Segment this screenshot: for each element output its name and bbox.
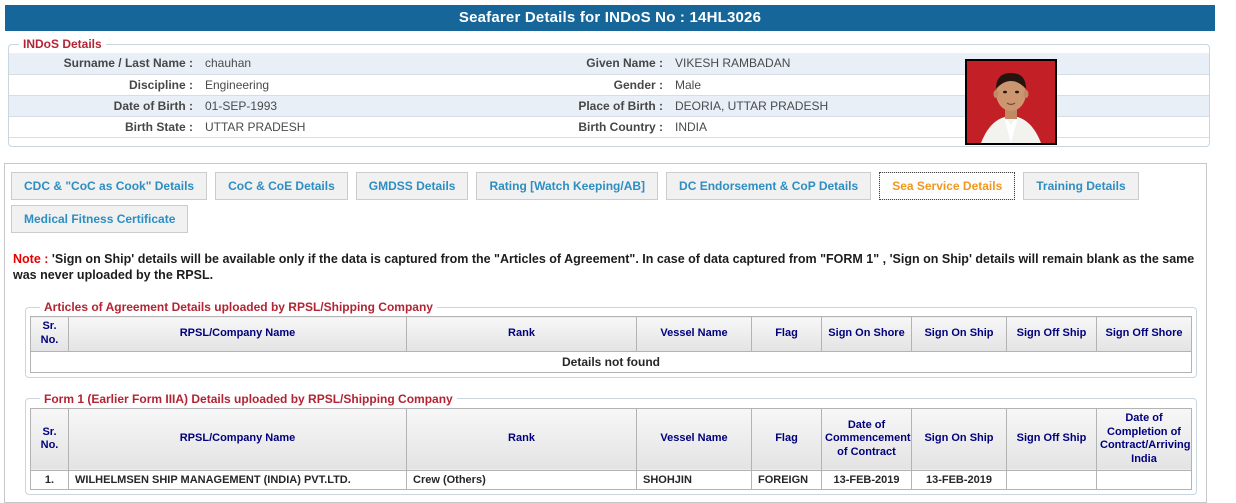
column-header: RPSL/Company Name: [69, 408, 407, 470]
sign-on-ship-note: Note : 'Sign on Ship' details will be av…: [13, 251, 1198, 285]
field-value: chauhan: [199, 53, 489, 74]
column-header: Rank: [407, 408, 637, 470]
column-header: Sign On Ship: [912, 408, 1007, 470]
column-header: Flag: [752, 408, 822, 470]
tab-rating-watch-keeping-ab[interactable]: Rating [Watch Keeping/AB]: [476, 172, 658, 200]
note-prefix: Note :: [13, 252, 48, 266]
tab-coc-coe-details[interactable]: CoC & CoE Details: [215, 172, 348, 200]
seafarer-details-page: Seafarer Details for INDoS No : 14HL3026…: [0, 5, 1236, 503]
note-text: 'Sign on Ship' details will be available…: [13, 252, 1194, 283]
articles-of-agreement-section: Articles of Agreement Details uploaded b…: [25, 300, 1197, 378]
seafarer-photo: [965, 59, 1057, 145]
tab-sea-service-details[interactable]: Sea Service Details: [879, 172, 1015, 200]
field-value: UTTAR PRADESH: [199, 116, 489, 137]
column-header: Sign On Shore: [822, 317, 912, 352]
field-value: INDIA: [669, 116, 1209, 137]
column-header: Sign Off Ship: [1007, 408, 1097, 470]
column-header: Sr. No.: [31, 408, 69, 470]
column-header: Sign Off Shore: [1097, 317, 1192, 352]
indos-details-legend: INDoS Details: [19, 37, 106, 51]
tab-strip-row-2: Medical Fitness Certificate: [11, 205, 1206, 233]
field-label: Birth Country :: [489, 116, 669, 137]
cell-vessel: SHOHJIN: [637, 470, 752, 489]
tab-strip-row-1: CDC & "CoC as Cook" Details CoC & CoE De…: [11, 172, 1206, 200]
column-header: Rank: [407, 317, 637, 352]
field-label: Given Name :: [489, 53, 669, 74]
empty-message-row: Details not found: [31, 351, 1192, 372]
form1-table: Sr. No. RPSL/Company Name Rank Vessel Na…: [30, 408, 1192, 490]
field-label: Surname / Last Name :: [9, 53, 199, 74]
column-header: Sign Off Ship: [1007, 317, 1097, 352]
field-label: Discipline :: [9, 74, 199, 95]
field-value: 01-SEP-1993: [199, 95, 489, 116]
column-header: Vessel Name: [637, 317, 752, 352]
column-header: Flag: [752, 317, 822, 352]
table-row: 1. WILHELMSEN SHIP MANAGEMENT (INDIA) PV…: [31, 470, 1192, 489]
cell-commencement: 13-FEB-2019: [822, 470, 912, 489]
details-not-found-message: Details not found: [31, 351, 1192, 372]
column-header: Vessel Name: [637, 408, 752, 470]
column-header: Date of Commencement of Contract: [822, 408, 912, 470]
table-header-row: Sr. No. RPSL/Company Name Rank Vessel Na…: [31, 317, 1192, 352]
field-label: Place of Birth :: [489, 95, 669, 116]
form1-legend: Form 1 (Earlier Form IIIA) Details uploa…: [40, 392, 457, 406]
field-value: DEORIA, UTTAR PRADESH: [669, 95, 1209, 116]
column-header: Sr. No.: [31, 317, 69, 352]
articles-of-agreement-legend: Articles of Agreement Details uploaded b…: [40, 300, 437, 314]
field-value: Male: [669, 74, 1209, 95]
cell-company: WILHELMSEN SHIP MANAGEMENT (INDIA) PVT.L…: [69, 470, 407, 489]
table-header-row: Sr. No. RPSL/Company Name Rank Vessel Na…: [31, 408, 1192, 470]
form1-section: Form 1 (Earlier Form IIIA) Details uploa…: [25, 392, 1197, 495]
field-label: Date of Birth :: [9, 95, 199, 116]
cell-rank: Crew (Others): [407, 470, 637, 489]
tab-content-panel: CDC & "CoC as Cook" Details CoC & CoE De…: [4, 163, 1207, 503]
column-header: Date of Completion of Contract/Arriving …: [1097, 408, 1192, 470]
cell-completion: [1097, 470, 1192, 489]
articles-of-agreement-table: Sr. No. RPSL/Company Name Rank Vessel Na…: [30, 316, 1192, 373]
cell-flag: FOREIGN: [752, 470, 822, 489]
page-title: Seafarer Details for INDoS No : 14HL3026: [5, 5, 1215, 31]
field-label: Gender :: [489, 74, 669, 95]
indos-details-section: INDoS Details Surname / Last Name : chau…: [8, 37, 1210, 147]
field-value: VIKESH RAMBADAN: [669, 53, 1209, 74]
seafarer-photo-image: [967, 61, 1055, 143]
column-header: Sign On Ship: [912, 317, 1007, 352]
column-header: RPSL/Company Name: [69, 317, 407, 352]
tab-dc-endorsement-cop-details[interactable]: DC Endorsement & CoP Details: [666, 172, 871, 200]
tab-medical-fitness-certificate[interactable]: Medical Fitness Certificate: [11, 205, 188, 233]
tab-training-details[interactable]: Training Details: [1023, 172, 1138, 200]
cell-sign-off-ship: [1007, 470, 1097, 489]
cell-sign-on-ship: 13-FEB-2019: [912, 470, 1007, 489]
field-value: Engineering: [199, 74, 489, 95]
cell-sr-no: 1.: [31, 470, 69, 489]
tab-gmdss-details[interactable]: GMDSS Details: [356, 172, 469, 200]
tab-cdc-coc-as-cook-details[interactable]: CDC & "CoC as Cook" Details: [11, 172, 207, 200]
field-label: Birth State :: [9, 116, 199, 137]
